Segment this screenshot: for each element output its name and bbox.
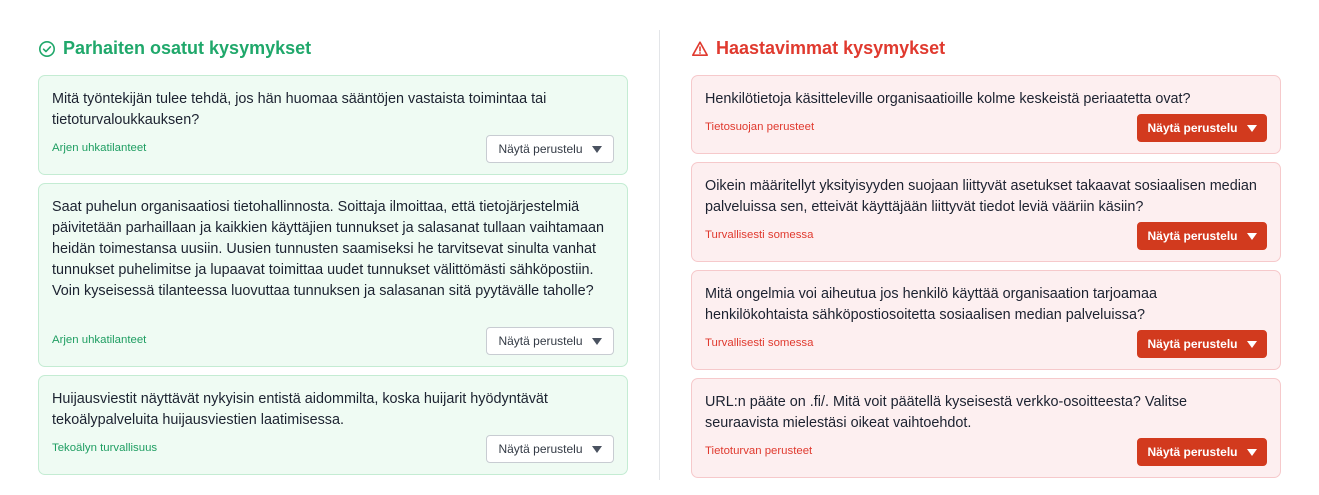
caret-down-icon <box>591 145 602 153</box>
column-divider <box>659 30 660 480</box>
show-rationale-label: Näytä perustelu <box>1147 445 1238 459</box>
card-footer: Tietoturvan perusteet Näytä perustelu <box>705 438 1267 466</box>
caret-down-icon <box>1246 448 1257 456</box>
show-rationale-label: Näytä perustelu <box>1147 121 1238 135</box>
card-footer: Turvallisesti somessa Näytä perustelu <box>705 222 1267 250</box>
show-rationale-label: Näytä perustelu <box>1147 229 1238 243</box>
show-rationale-button[interactable]: Näytä perustelu <box>1137 330 1267 358</box>
question-category: Turvallisesti somessa <box>705 337 814 349</box>
caret-down-icon <box>1246 340 1257 348</box>
question-text: Saat puhelun organisaatiosi tietohallinn… <box>52 199 604 299</box>
caret-down-icon <box>591 445 602 453</box>
question-category: Arjen uhkatilanteet <box>52 142 147 154</box>
question-category: Tekoälyn turvallisuus <box>52 442 158 454</box>
card-footer: Turvallisesti somessa Näytä perustelu <box>705 330 1267 358</box>
best-questions-title: Parhaiten osatut kysymykset <box>38 38 311 59</box>
question-card: Huijausviestit näyttävät nykyisin entist… <box>38 375 628 475</box>
caret-down-icon <box>591 337 602 345</box>
question-category: Tietosuojan perusteet <box>705 121 815 133</box>
question-category: Tietoturvan perusteet <box>705 445 813 457</box>
question-category: Arjen uhkatilanteet <box>52 334 147 346</box>
question-card: Oikein määritellyt yksityisyyden suojaan… <box>691 162 1281 262</box>
question-text: Mitä työntekijän tulee tehdä, jos hän hu… <box>52 91 547 128</box>
question-card: Mitä ongelmia voi aiheutua jos henkilö k… <box>691 270 1281 370</box>
hardest-questions-title-text: Haastavimmat kysymykset <box>716 38 946 58</box>
question-text: Mitä ongelmia voi aiheutua jos henkilö k… <box>705 286 1157 323</box>
card-footer: Arjen uhkatilanteet Näytä perustelu <box>52 327 614 355</box>
show-rationale-button[interactable]: Näytä perustelu <box>486 135 614 163</box>
show-rationale-button[interactable]: Näytä perustelu <box>486 435 614 463</box>
show-rationale-button[interactable]: Näytä perustelu <box>486 327 614 355</box>
question-text: URL:n pääte on .fi/. Mitä voit päätellä … <box>705 394 1188 431</box>
question-card: URL:n pääte on .fi/. Mitä voit päätellä … <box>691 378 1281 478</box>
show-rationale-label: Näytä perustelu <box>498 442 583 456</box>
caret-down-icon <box>1246 124 1257 132</box>
check-circle-icon <box>38 40 56 58</box>
question-card: Mitä työntekijän tulee tehdä, jos hän hu… <box>38 75 628 175</box>
warning-triangle-icon <box>691 40 709 58</box>
best-questions-title-text: Parhaiten osatut kysymykset <box>63 38 312 58</box>
question-card: Henkilötietoja käsitteleville organisaat… <box>691 75 1281 154</box>
card-footer: Tekoälyn turvallisuus Näytä perustelu <box>52 435 614 463</box>
show-rationale-button[interactable]: Näytä perustelu <box>1137 222 1267 250</box>
show-rationale-button[interactable]: Näytä perustelu <box>1137 114 1267 142</box>
card-footer: Tietosuojan perusteet Näytä perustelu <box>705 114 1267 142</box>
show-rationale-label: Näytä perustelu <box>1147 337 1238 351</box>
question-text: Oikein määritellyt yksityisyyden suojaan… <box>705 178 1257 215</box>
show-rationale-button[interactable]: Näytä perustelu <box>1137 438 1267 466</box>
question-text: Huijausviestit näyttävät nykyisin entist… <box>52 391 548 428</box>
question-card: Saat puhelun organisaatiosi tietohallinn… <box>38 183 628 367</box>
caret-down-icon <box>1246 232 1257 240</box>
question-text: Henkilötietoja käsitteleville organisaat… <box>705 91 1191 107</box>
hardest-questions-title: Haastavimmat kysymykset <box>691 38 945 59</box>
card-footer: Arjen uhkatilanteet Näytä perustelu <box>52 135 614 163</box>
show-rationale-label: Näytä perustelu <box>498 142 583 156</box>
question-category: Turvallisesti somessa <box>705 229 814 241</box>
show-rationale-label: Näytä perustelu <box>498 334 583 348</box>
